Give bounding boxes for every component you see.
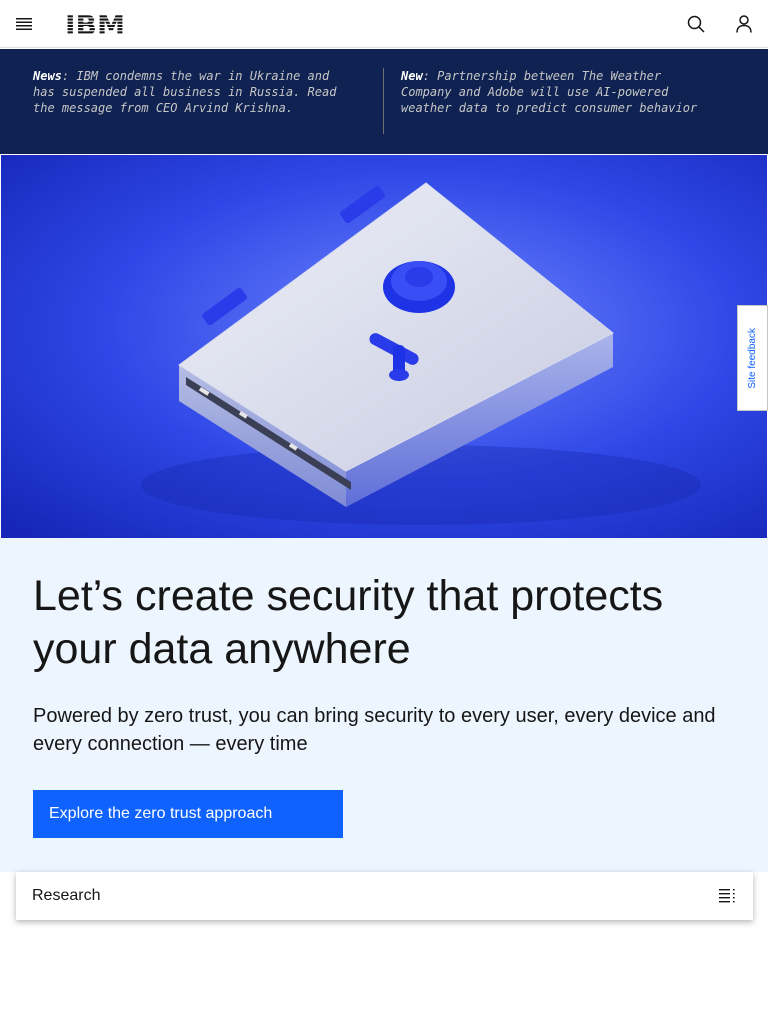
ibm-logo-text: IBM (65, 12, 125, 36)
page-title: Let’s create security that protects your… (33, 572, 664, 673)
news-link-ukraine[interactable]: News: IBM condemns the war in Ukraine an… (33, 68, 351, 116)
toc-current-section: Research (32, 887, 101, 904)
menu-button[interactable] (0, 0, 48, 48)
blue-safe-illustration (1, 155, 767, 538)
ibm-logo[interactable]: IBM (64, 11, 126, 42)
user-profile-button[interactable] (720, 0, 768, 48)
explore-zero-trust-button[interactable]: Explore the zero trust approach (33, 790, 343, 838)
site-feedback-label: Site feedback (747, 327, 758, 389)
ibm-logo-mark: IBM (65, 11, 125, 42)
news-prefix: New (401, 69, 423, 83)
news-link-weather-adobe[interactable]: New: Partnership between The Weather Com… (401, 68, 701, 116)
lead-space: Let’s create security that protects your… (0, 538, 768, 872)
news-divider (383, 68, 384, 134)
table-of-contents-bar[interactable]: Research (16, 872, 753, 920)
news-text: : IBM condemns the war in Ukraine and ha… (33, 69, 337, 115)
hamburger-menu-icon (16, 18, 32, 30)
news-prefix: News (33, 69, 62, 83)
user-icon (736, 15, 752, 33)
table-of-contents-icon (719, 889, 735, 903)
lead-description: Powered by zero trust, you can bring sec… (33, 705, 716, 755)
search-icon (687, 15, 705, 33)
hero-image (1, 155, 767, 538)
site-feedback-tab[interactable]: Site feedback (737, 305, 768, 411)
news-text: : Partnership between The Weather Compan… (401, 69, 698, 115)
news-banner: News: IBM condemns the war in Ukraine an… (0, 49, 768, 154)
masthead: IBM (0, 0, 768, 48)
search-button[interactable] (672, 0, 720, 48)
